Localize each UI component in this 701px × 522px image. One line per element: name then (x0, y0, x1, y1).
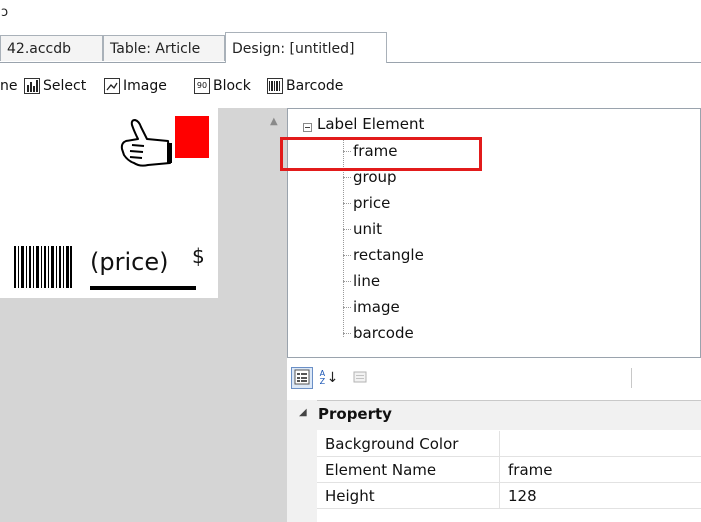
barcode-tool-label: Barcode (286, 78, 344, 94)
property-name: Height (325, 487, 375, 505)
property-pages-icon (352, 369, 368, 388)
tree-item-label: price (353, 194, 391, 212)
barcode-element[interactable] (14, 246, 72, 288)
top-strip (0, 0, 701, 32)
tree-item-line[interactable]: line (343, 268, 380, 294)
barcode-tool-button[interactable]: Barcode (267, 76, 343, 96)
price-field-element[interactable]: (price) (90, 248, 168, 276)
collapse-triangle-icon[interactable]: ◢ (299, 407, 307, 418)
line-tool-button[interactable]: ne (0, 76, 18, 96)
tab-label: Table: Article (110, 41, 201, 57)
tree-item-rectangle[interactable]: rectangle (343, 242, 424, 268)
property-pages-button[interactable] (349, 367, 371, 389)
collapse-toggle-icon[interactable] (303, 123, 312, 132)
property-value[interactable]: 128 (508, 487, 537, 505)
scroll-up-arrow-icon[interactable]: ▲ (270, 116, 278, 127)
tree-item-label: rectangle (353, 246, 424, 264)
alphabetical-icon: AZ ↓ (319, 369, 339, 387)
select-icon (24, 78, 40, 94)
property-value[interactable]: frame (508, 461, 552, 479)
tree-item-label: barcode (353, 324, 414, 342)
select-tool-button[interactable]: Select (24, 76, 86, 96)
tree-root-label-element[interactable]: Label Element (317, 115, 424, 133)
property-row-background-color[interactable]: Background Color (317, 431, 701, 457)
image-tool-button[interactable]: Image (104, 76, 167, 96)
categorized-icon (294, 369, 310, 388)
barcode-icon (267, 78, 283, 94)
frame-highlight-box (280, 137, 482, 171)
block-tool-button[interactable]: 90 Block (194, 76, 251, 96)
tree-item-label: unit (353, 220, 383, 238)
tab-label: Design: [untitled] (232, 41, 355, 57)
block-icon: 90 (194, 78, 210, 94)
block-icon-text: 90 (196, 81, 208, 90)
property-toolbar: AZ ↓ (287, 358, 701, 400)
image-icon (104, 78, 120, 94)
sort-label: AZ (319, 369, 326, 386)
price-underline-line[interactable] (90, 286, 196, 290)
property-name: Background Color (325, 435, 459, 453)
tab-database[interactable]: 42.accdb (0, 35, 103, 61)
tree-item-price[interactable]: price (343, 190, 390, 216)
currency-text-element[interactable]: $ (192, 244, 205, 268)
categorized-button[interactable] (291, 367, 313, 389)
tree-item-label: image (353, 298, 400, 316)
property-category-label: Property (318, 405, 392, 423)
select-tool-label: Select (43, 78, 87, 94)
tab-design[interactable]: Design: [untitled] (225, 32, 387, 63)
corner-glyph: ɔ (1, 5, 9, 20)
image-tool-label: Image (123, 78, 167, 94)
line-tool-label: ne (0, 78, 18, 94)
property-row-element-name[interactable]: Element Name frame (317, 457, 701, 483)
tree-item-unit[interactable]: unit (343, 216, 382, 242)
alphabetical-button[interactable]: AZ ↓ (318, 367, 340, 389)
toolbar-separator (631, 368, 632, 388)
tab-table-article[interactable]: Table: Article (103, 35, 225, 61)
tab-label: 42.accdb (7, 41, 72, 57)
tab-bar: 42.accdb Table: Article Design: [untitle… (0, 32, 701, 64)
property-row-height[interactable]: Height 128 (317, 483, 701, 509)
tree-item-label: line (353, 272, 381, 290)
property-name: Element Name (325, 461, 437, 479)
tree-item-barcode[interactable]: barcode (343, 320, 414, 346)
red-rectangle-element[interactable] (175, 116, 209, 158)
block-tool-label: Block (213, 78, 251, 94)
tree-item-image[interactable]: image (343, 294, 400, 320)
thumbs-up-image[interactable] (118, 115, 176, 173)
design-toolbar: ne Select Image 90 Block Barcode (0, 64, 701, 108)
